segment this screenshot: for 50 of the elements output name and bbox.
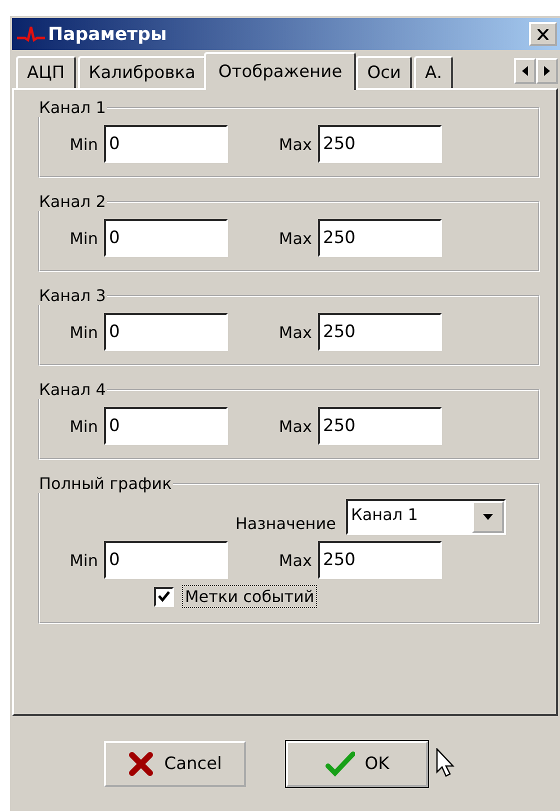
max-label: Max	[278, 134, 313, 154]
tab[interactable]: Оси	[356, 56, 412, 88]
group-title: Канал 3	[38, 286, 107, 305]
mouse-cursor-icon	[436, 748, 456, 778]
min-field[interactable]: 0	[104, 541, 228, 579]
min-label: Min	[68, 228, 99, 248]
cancel-button[interactable]: Cancel	[104, 740, 246, 786]
min-field[interactable]: 0	[104, 407, 228, 445]
min-label: Min	[68, 322, 99, 342]
min-field[interactable]: 0	[104, 125, 228, 163]
checkbox[interactable]	[154, 586, 174, 606]
group-title: Полный график	[38, 474, 173, 493]
min-field[interactable]: 0	[104, 313, 228, 351]
tab[interactable]: А.	[414, 56, 454, 88]
tab[interactable]: Отображение	[204, 52, 356, 90]
min-field[interactable]: 0	[104, 219, 228, 257]
ok-button[interactable]: OK	[286, 740, 428, 786]
target-label: Назначение	[235, 514, 336, 532]
window-title: Параметры	[48, 24, 168, 44]
max-field[interactable]: 250	[318, 313, 442, 351]
max-field[interactable]: 250	[318, 541, 442, 579]
right-triangle-icon	[544, 66, 550, 76]
check-icon	[158, 591, 170, 602]
tab[interactable]: Калибровка	[78, 56, 206, 88]
min-label: Min	[68, 550, 99, 570]
close-icon	[537, 28, 549, 40]
cross-icon	[128, 750, 154, 776]
scroll-right-button[interactable]	[536, 58, 558, 84]
min-label: Min	[68, 134, 99, 154]
min-label: Min	[68, 416, 99, 436]
scroll-left-button[interactable]	[514, 58, 536, 84]
group-title: Канал 4	[38, 380, 107, 399]
max-label: Max	[278, 322, 313, 342]
target-dropdown[interactable]: Канал 1	[346, 499, 506, 535]
dropdown-button[interactable]	[472, 501, 504, 533]
close-button[interactable]	[529, 22, 557, 46]
tab[interactable]: АЦП	[16, 56, 76, 88]
checkbox-label[interactable]: Метки событий	[182, 585, 318, 608]
max-label: Max	[278, 228, 313, 248]
caret-icon	[483, 514, 493, 520]
group-title: Канал 1	[38, 98, 107, 117]
max-field[interactable]: 250	[318, 125, 442, 163]
checkmark-icon	[324, 750, 355, 776]
max-field[interactable]: 250	[318, 219, 442, 257]
max-field[interactable]: 250	[318, 407, 442, 445]
left-triangle-icon	[522, 66, 528, 76]
max-label: Max	[278, 550, 313, 570]
max-label: Max	[278, 416, 313, 436]
pulse-wave-icon	[16, 25, 46, 43]
group-title: Канал 2	[38, 192, 107, 211]
